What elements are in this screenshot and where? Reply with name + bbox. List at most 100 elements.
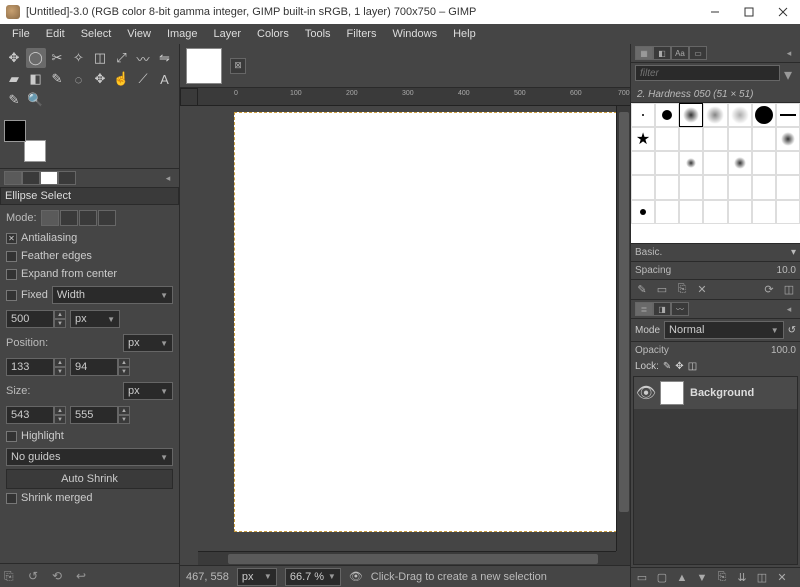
restore-preset-icon[interactable]: ↺ (28, 569, 42, 583)
brush-item[interactable] (752, 127, 776, 151)
size-w-input[interactable] (6, 406, 54, 424)
spin-down-icon[interactable]: ▼ (54, 319, 66, 328)
minimize-button[interactable] (698, 0, 732, 24)
zoom-combo[interactable]: 66.7 %▼ (285, 568, 341, 586)
mode-switch-icon[interactable]: ↺ (788, 325, 796, 336)
paths-tool-icon[interactable]: ⟋ (133, 69, 153, 89)
fixed-unit-combo[interactable]: px▼ (70, 310, 120, 328)
brush-item[interactable] (703, 151, 727, 175)
vertical-scrollbar[interactable] (616, 106, 630, 551)
brush-item[interactable] (728, 175, 752, 199)
auto-shrink-button[interactable]: Auto Shrink (6, 469, 173, 489)
bucket-fill-tool-icon[interactable]: ▰ (4, 69, 24, 89)
open-as-image-icon[interactable]: ◫ (782, 283, 796, 297)
lock-alpha-icon[interactable]: ◫ (688, 361, 697, 372)
menu-image[interactable]: Image (159, 26, 206, 42)
size-unit-combo[interactable]: px▼ (123, 382, 173, 400)
layer-thumbnail[interactable] (660, 381, 684, 405)
brush-item[interactable] (752, 103, 776, 127)
brush-item[interactable] (631, 103, 655, 127)
history-tab[interactable]: ▭ (689, 46, 707, 60)
highlight-checkbox[interactable] (6, 431, 17, 442)
brush-item[interactable] (679, 127, 703, 151)
move-tool-icon[interactable]: ✥ (4, 48, 24, 68)
undo-history-tab[interactable] (40, 171, 58, 185)
brush-item[interactable] (703, 200, 727, 224)
brush-item[interactable] (728, 127, 752, 151)
bg-color-swatch[interactable] (24, 140, 46, 162)
brush-item[interactable] (752, 200, 776, 224)
brush-item[interactable] (776, 200, 800, 224)
brush-item[interactable] (776, 151, 800, 175)
fixed-value-input[interactable] (6, 310, 54, 328)
brush-item[interactable] (631, 151, 655, 175)
warp-tool-icon[interactable]: 〰 (133, 48, 153, 68)
brush-item[interactable] (752, 151, 776, 175)
eraser-tool-icon[interactable]: ◌ (69, 69, 89, 89)
brush-item[interactable] (776, 175, 800, 199)
fixed-checkbox[interactable] (6, 290, 17, 301)
layer-row[interactable]: 👁 Background (634, 377, 797, 409)
device-status-tab[interactable] (22, 171, 40, 185)
delete-preset-icon[interactable]: ⟲ (52, 569, 66, 583)
layers-tab[interactable]: ≣ (635, 302, 653, 316)
brush-item[interactable] (752, 175, 776, 199)
blend-mode-combo[interactable]: Normal▼ (664, 321, 784, 339)
new-layer-icon[interactable]: ▭ (635, 571, 649, 585)
menu-layer[interactable]: Layer (206, 26, 250, 42)
menu-view[interactable]: View (119, 26, 159, 42)
text-tool-icon[interactable]: A (155, 69, 175, 89)
brush-item[interactable] (655, 175, 679, 199)
delete-layer-icon[interactable]: ✕ (775, 571, 789, 585)
mode-add-button[interactable] (60, 210, 78, 226)
antialiasing-checkbox[interactable] (6, 233, 17, 244)
brush-item[interactable] (776, 103, 800, 127)
brush-grid[interactable]: ★ (631, 103, 800, 243)
unit-combo[interactable]: px▼ (237, 568, 277, 586)
zoom-tool-icon[interactable]: 🔍 (26, 90, 46, 110)
menu-tools[interactable]: Tools (297, 26, 339, 42)
merge-layer-icon[interactable]: ⇊ (735, 571, 749, 585)
lock-position-icon[interactable]: ✥ (675, 361, 683, 372)
mode-replace-button[interactable] (41, 210, 59, 226)
fg-color-swatch[interactable] (4, 120, 26, 142)
horizontal-scrollbar[interactable] (198, 551, 616, 565)
brush-item[interactable] (631, 200, 655, 224)
feather-checkbox[interactable] (6, 251, 17, 262)
reset-preset-icon[interactable]: ↩ (76, 569, 90, 583)
ruler-corner[interactable] (180, 88, 198, 106)
brush-item[interactable] (631, 175, 655, 199)
size-h-input[interactable] (70, 406, 118, 424)
opacity-value[interactable]: 100.0 (771, 345, 796, 356)
raise-layer-icon[interactable]: ▲ (675, 571, 689, 585)
transform-tool-icon[interactable]: ⤢ (112, 48, 132, 68)
layer-name[interactable]: Background (690, 387, 754, 399)
fixed-type-combo[interactable]: Width▼ (52, 286, 173, 304)
close-button[interactable] (766, 0, 800, 24)
brush-preset-combo[interactable]: Basic. (635, 247, 662, 258)
canvas[interactable] (234, 112, 616, 532)
new-brush-icon[interactable]: ▭ (655, 283, 669, 297)
brush-item[interactable] (728, 151, 752, 175)
gradient-tool-icon[interactable]: ◧ (26, 69, 46, 89)
brush-item[interactable]: ★ (631, 127, 655, 151)
mode-intersect-button[interactable] (98, 210, 116, 226)
dock-menu-icon[interactable]: ◂ (161, 171, 175, 185)
save-preset-icon[interactable]: ⎘ (4, 569, 18, 583)
brush-item[interactable] (679, 151, 703, 175)
menu-filters[interactable]: Filters (339, 26, 385, 42)
dock-menu-icon[interactable]: ◂ (782, 46, 796, 60)
channels-tab[interactable]: ◨ (653, 302, 671, 316)
menu-colors[interactable]: Colors (249, 26, 297, 42)
brush-item[interactable] (703, 175, 727, 199)
filter-caret-icon[interactable]: ▾ (780, 65, 796, 85)
mask-layer-icon[interactable]: ◫ (755, 571, 769, 585)
menu-windows[interactable]: Windows (384, 26, 445, 42)
images-tab[interactable] (58, 171, 76, 185)
menu-file[interactable]: File (4, 26, 38, 42)
close-document-icon[interactable]: ⊠ (230, 58, 246, 74)
shrink-merged-checkbox[interactable] (6, 493, 17, 504)
menu-help[interactable]: Help (445, 26, 484, 42)
brush-item[interactable] (655, 127, 679, 151)
maximize-button[interactable] (732, 0, 766, 24)
